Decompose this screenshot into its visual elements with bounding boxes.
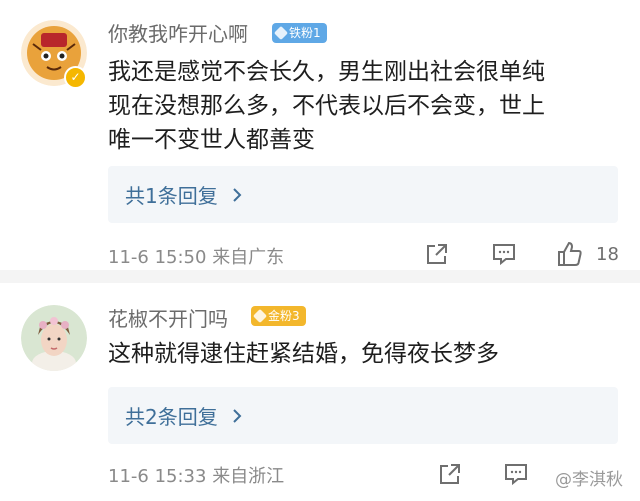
comment-meta: 11-6 15:50 来自广东 xyxy=(108,243,284,269)
timestamp: 11-6 15:33 xyxy=(108,466,207,487)
timestamp: 11-6 15:50 xyxy=(108,247,207,268)
replies-label: 共1条回复 xyxy=(125,184,218,208)
location: 来自浙江 xyxy=(212,466,285,487)
fan-badge-label: 金粉3 xyxy=(268,309,300,323)
comment-icon[interactable] xyxy=(492,242,516,266)
chevron-right-icon xyxy=(233,187,242,202)
comment-divider xyxy=(0,270,640,283)
comment-line: 唯一不变世人都善变 xyxy=(108,127,315,153)
username[interactable]: 花椒不开门吗 xyxy=(108,303,228,332)
diamond-icon xyxy=(252,308,268,324)
view-replies-button[interactable]: 共2条回复 xyxy=(108,387,618,444)
comment-line: 现在没想那么多，不代表以后不会变，世上 xyxy=(108,93,545,119)
share-icon[interactable] xyxy=(425,242,449,266)
comment-item: ✓ 你教我咋开心啊 铁粉1 我还是感觉不会长久，男生刚出社会很单纯 现在没想那么… xyxy=(0,0,640,270)
chevron-right-icon xyxy=(233,408,242,423)
like-icon[interactable] xyxy=(557,241,583,267)
fan-badge-label: 铁粉1 xyxy=(289,26,321,40)
comment-icon[interactable] xyxy=(504,462,528,486)
username[interactable]: 你教我咋开心啊 xyxy=(108,18,248,47)
comment-line: 我还是感觉不会长久，男生刚出社会很单纯 xyxy=(108,59,545,85)
verified-icon: ✓ xyxy=(64,66,87,89)
fan-level-badge: 铁粉1 xyxy=(272,23,327,43)
location: 来自广东 xyxy=(212,247,285,268)
comment-line: 这种就得逮住赶紧结婚，免得夜长梦多 xyxy=(108,341,499,367)
like-count: 18 xyxy=(596,244,619,265)
fan-level-badge: 金粉3 xyxy=(251,306,306,326)
comment-text: 这种就得逮住赶紧结婚，免得夜长梦多 xyxy=(108,337,499,371)
diamond-icon xyxy=(273,25,289,41)
watermark: @李淇秋 xyxy=(555,470,623,490)
share-icon[interactable] xyxy=(438,462,462,486)
replies-label: 共2条回复 xyxy=(125,405,218,429)
view-replies-button[interactable]: 共1条回复 xyxy=(108,166,618,223)
comment-meta: 11-6 15:33 来自浙江 xyxy=(108,462,284,488)
avatar[interactable] xyxy=(21,305,87,371)
comment-text: 我还是感觉不会长久，男生刚出社会很单纯 现在没想那么多，不代表以后不会变，世上 … xyxy=(108,55,545,157)
comment-item: 花椒不开门吗 金粉3 这种就得逮住赶紧结婚，免得夜长梦多 共2条回复 11-6 … xyxy=(0,283,640,501)
